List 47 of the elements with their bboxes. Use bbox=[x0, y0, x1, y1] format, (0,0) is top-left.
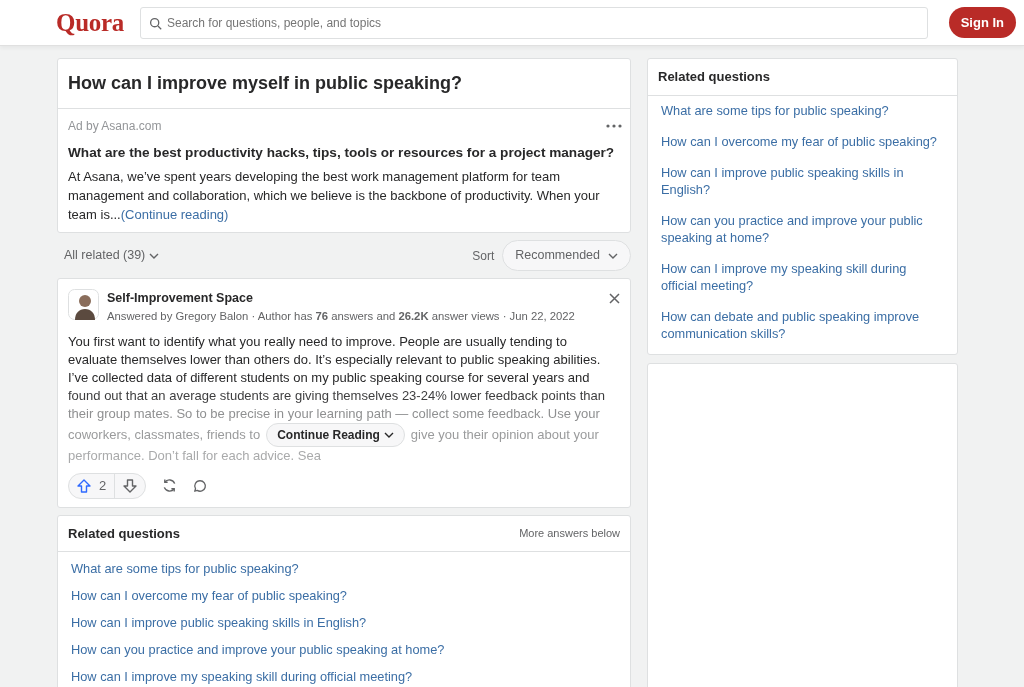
space-name[interactable]: Self-Improvement Space bbox=[107, 289, 601, 308]
answer-text: performance. Don’t fall for each advice. Sea bbox=[68, 446, 322, 465]
answer-text: evaluate themselves lower than others do. It’s especially relevant to public speaking abilities. bbox=[68, 350, 602, 369]
more-options-icon[interactable] bbox=[606, 124, 622, 128]
down-arrow-icon bbox=[123, 478, 138, 493]
answer-text: give you their opinion about your bbox=[410, 425, 599, 444]
share-icon[interactable] bbox=[162, 478, 178, 494]
related-question-link[interactable]: How can debate and public speaking improve communication skills? bbox=[661, 307, 944, 342]
answer-meta: Answered by Gregory Balon · Author has 76 answers and 26.2K answer views · Jun 22, 2022 bbox=[107, 308, 576, 324]
chevron-down-icon bbox=[608, 252, 618, 259]
search-field[interactable]: Search for questions, people, and topics bbox=[139, 6, 928, 39]
related-question-link[interactable]: How can I improve my speaking skill during official meeting? bbox=[661, 259, 944, 294]
related-question-link[interactable]: What are some tips for public speaking? bbox=[661, 101, 944, 119]
close-icon[interactable] bbox=[609, 293, 620, 305]
answer-text: their group mates. So to be precise in your learning path — collect some feedback. Use your bbox=[68, 404, 601, 423]
continue-reading-button[interactable]: Continue Reading bbox=[266, 422, 405, 447]
answer-text: I’ve collected data of different students on my public speaking course for several years and bbox=[68, 368, 591, 387]
up-arrow-icon bbox=[77, 478, 91, 493]
related-question-link[interactable]: How can I improve public speaking skills in English? bbox=[71, 614, 617, 632]
related-question-link[interactable]: How can you practice and improve your public speaking at home? bbox=[71, 641, 617, 659]
chevron-down-icon bbox=[383, 431, 394, 438]
related-question-link[interactable]: How can I overcome my fear of public speaking? bbox=[71, 587, 617, 605]
ad-text: At Asana, we’ve spent years developing the best work management platform for team management and collaboration, which we believe is the backbone of productivity. When your team is...(Continue reading) bbox=[68, 168, 601, 225]
related-question-link[interactable]: How can you practice and improve your public speaking at home? bbox=[661, 211, 944, 246]
continue-reading-link[interactable]: (Continue reading) bbox=[120, 207, 229, 223]
related-question-link[interactable]: How can I overcome my fear of public speaking? bbox=[661, 132, 944, 150]
question-title: How can I improve myself in public speaking? bbox=[58, 59, 630, 109]
search-icon bbox=[148, 16, 162, 30]
all-related-dropdown[interactable]: All related (39) bbox=[64, 246, 160, 266]
section-title: Related questions bbox=[648, 59, 957, 96]
ad-source: Ad by Asana.com bbox=[68, 118, 162, 135]
related-question-link[interactable]: How can I improve my speaking skill during official meeting? bbox=[71, 668, 617, 686]
related-question-link[interactable]: How can I improve public speaking skills in English? bbox=[661, 163, 944, 198]
section-title: Related questions bbox=[68, 524, 180, 543]
ad-title[interactable]: What are the best productivity hacks, tips, tools or resources for a project manager? bbox=[68, 143, 622, 164]
sort-label: Sort bbox=[472, 247, 495, 265]
sort-dropdown[interactable]: Recommended bbox=[502, 240, 631, 272]
answer-text: coworkers, classmates, friends to bbox=[68, 425, 261, 444]
answer-text: You first want to identify what you really need to improve. People are usually tending to bbox=[68, 332, 568, 351]
logo[interactable]: Quora bbox=[56, 3, 124, 42]
chevron-down-icon bbox=[149, 252, 160, 259]
more-answers-note: More answers below bbox=[519, 526, 620, 542]
sign-in-button[interactable]: Sign In bbox=[948, 6, 1016, 39]
answer-text: found out that an average students are giving themselves 23-24% lower feedback points than bbox=[68, 386, 606, 405]
avatar-icon bbox=[68, 289, 99, 321]
related-question-link[interactable]: What are some tips for public speaking? bbox=[71, 560, 617, 578]
comment-icon[interactable] bbox=[193, 478, 208, 493]
